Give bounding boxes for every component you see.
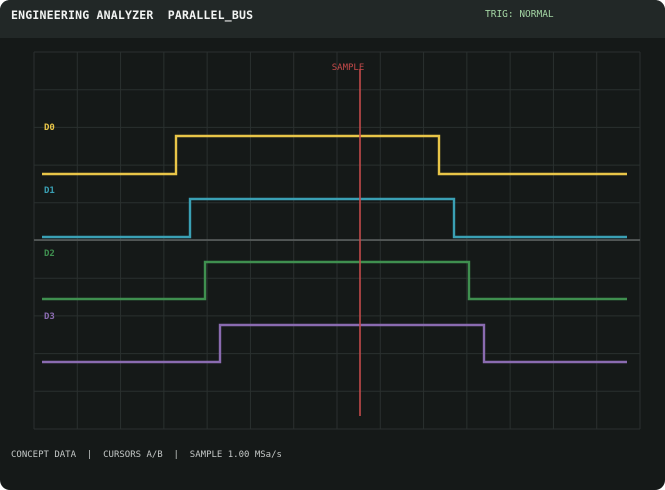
trace-d2 [42,260,627,301]
waveform-display[interactable]: D0 D1 D2 D3 SAMPLE [0,0,665,490]
sample-cursor-label: SAMPLE [332,63,365,73]
channel-label-d1: D1 [44,186,55,196]
channel-d3: D3 [42,312,627,364]
status-bar: CONCEPT DATA | CURSORS A/B | SAMPLE 1.00… [11,450,282,460]
analyzer-window: ENGINEERING ANALYZER PARALLEL_BUS TRIG: … [0,0,665,490]
channel-d2: D2 [42,249,627,301]
trace-d1 [42,197,627,239]
trace-d3 [42,323,627,364]
channel-d1: D1 [42,186,627,239]
trace-d0 [42,134,627,176]
channel-label-d2: D2 [44,249,55,259]
channel-label-d0: D0 [44,123,55,133]
channel-d0: D0 [42,123,627,176]
channel-label-d3: D3 [44,312,55,322]
